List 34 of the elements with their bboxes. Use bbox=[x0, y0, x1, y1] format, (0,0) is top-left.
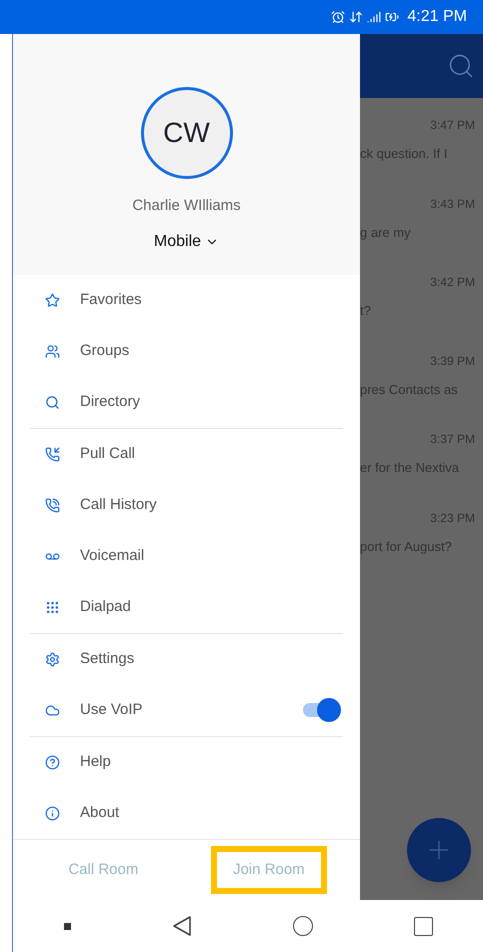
search-icon bbox=[45, 394, 60, 410]
recents-icon[interactable] bbox=[414, 916, 432, 936]
menu-item[interactable]: Directory bbox=[30, 376, 343, 428]
data-transfer-icon bbox=[349, 10, 364, 24]
menu-item[interactable]: Call History bbox=[30, 480, 343, 531]
avatar: CW bbox=[140, 87, 232, 179]
voip-switch[interactable] bbox=[301, 697, 341, 724]
settings-icon bbox=[45, 652, 60, 667]
battery-icon bbox=[385, 10, 400, 24]
menu-item[interactable]: Use VoIP bbox=[30, 684, 343, 736]
back-icon[interactable] bbox=[172, 915, 192, 937]
menu-item[interactable]: About bbox=[30, 788, 343, 839]
status-time: 4:21 PM bbox=[407, 7, 467, 27]
phone-icon bbox=[45, 498, 60, 513]
menu-item[interactable]: Settings bbox=[30, 634, 343, 685]
dialpad-icon bbox=[45, 600, 60, 615]
menu-item[interactable]: Dialpad bbox=[30, 582, 343, 633]
user-name: Charlie WIlliams bbox=[132, 196, 241, 216]
device-selector[interactable]: Mobile bbox=[154, 230, 220, 254]
menu-item[interactable]: Voicemail bbox=[30, 530, 343, 582]
menu-item[interactable]: Help bbox=[30, 736, 343, 788]
star-icon bbox=[45, 292, 60, 308]
info-icon bbox=[45, 806, 60, 821]
search-icon bbox=[447, 52, 475, 80]
home-icon[interactable] bbox=[292, 916, 312, 936]
alarm-icon bbox=[331, 10, 346, 24]
phone-arrow-icon bbox=[45, 446, 60, 462]
help-icon bbox=[45, 754, 60, 770]
menu-item[interactable]: Pull Call bbox=[30, 428, 343, 480]
cloud-icon bbox=[45, 702, 60, 718]
signal-icon bbox=[367, 10, 382, 24]
people-icon bbox=[45, 344, 60, 359]
menu-item[interactable]: Groups bbox=[30, 326, 343, 377]
menu-item[interactable]: Favorites bbox=[30, 274, 343, 326]
